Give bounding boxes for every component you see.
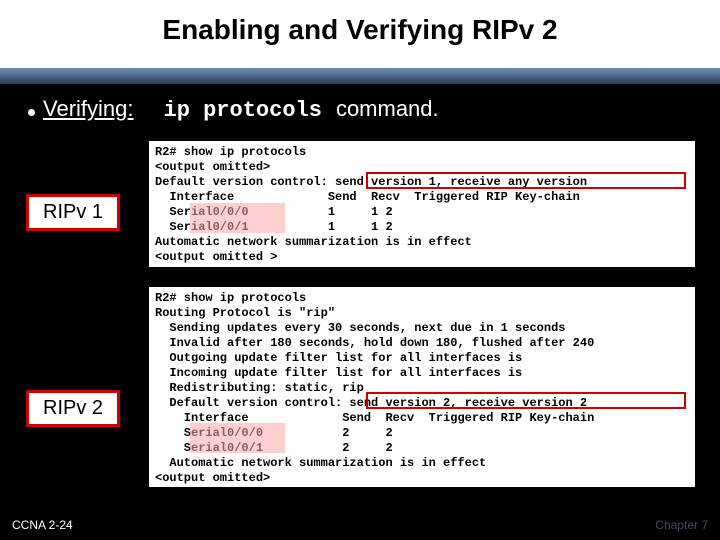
bullet-icon — [28, 109, 35, 116]
bullet-command: ip protocols — [164, 98, 322, 123]
slide: Enabling and Verifying RIPv 2 Verifying:… — [0, 0, 720, 540]
badge-ripv2: RIPv 2 — [26, 390, 120, 427]
footer-right: Chapter 7 — [655, 518, 708, 532]
footer-left: CCNA 2-24 — [12, 518, 73, 532]
bullet-label: Verifying: — [43, 96, 134, 122]
bullet-row: Verifying: ip protocols command. — [28, 96, 439, 123]
cli-output-ripv2: R2# show ip protocols Routing Protocol i… — [148, 286, 696, 488]
bullet-tail: command. — [336, 96, 439, 122]
badge-ripv1: RIPv 1 — [26, 194, 120, 231]
page-title: Enabling and Verifying RIPv 2 — [0, 14, 720, 46]
cli-output-ripv1: R2# show ip protocols <output omitted> D… — [148, 140, 696, 268]
